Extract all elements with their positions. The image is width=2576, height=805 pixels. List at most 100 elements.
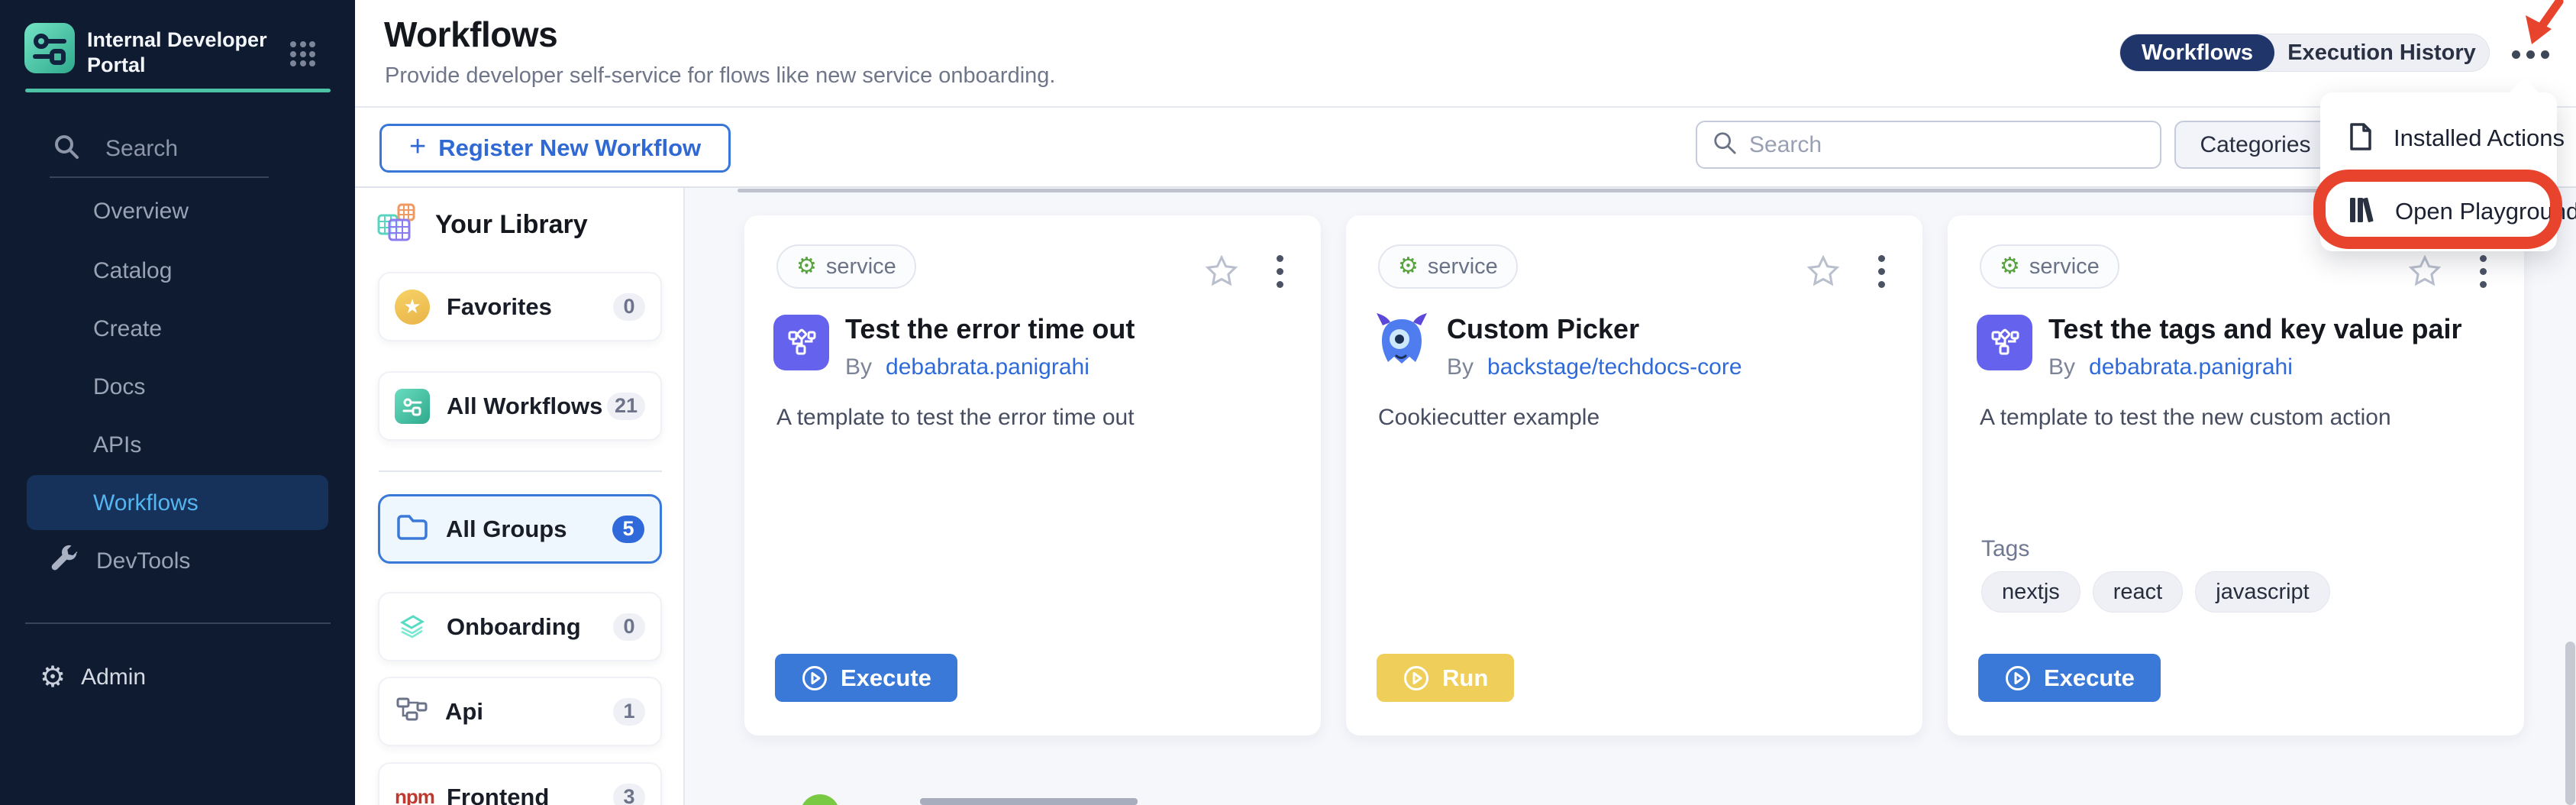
execute-button-label: Execute xyxy=(2044,664,2135,692)
execute-button[interactable]: Execute xyxy=(1978,654,2161,702)
sitemap-icon xyxy=(395,696,428,727)
library-item-onboarding-label: Onboarding xyxy=(447,613,613,641)
card-title: Test the error time out xyxy=(845,313,1135,345)
star-icon: ★ xyxy=(395,289,430,325)
workflow-card-test-error-timeout: ⚙ service Test the error time out By deb… xyxy=(744,215,1321,735)
sidebar-item-workflows[interactable]: Workflows xyxy=(27,475,328,530)
cubes-icon xyxy=(376,202,418,248)
tags-label: Tags xyxy=(1981,536,2029,562)
workflows-toolbar: + Register New Workflow Categories xyxy=(355,108,2576,188)
folder-icon xyxy=(395,512,429,545)
card-menu-icon[interactable] xyxy=(1877,255,1886,288)
portal-logo-icon xyxy=(24,23,75,73)
kind-chip: ⚙ service xyxy=(1980,244,2119,289)
sidebar-item-devtools[interactable]: DevTools xyxy=(49,544,190,578)
kind-chip: ⚙ service xyxy=(776,244,916,289)
tag-react[interactable]: react xyxy=(2093,571,2183,613)
library-heading: Your Library xyxy=(376,202,588,248)
register-new-workflow-label: Register New Workflow xyxy=(438,134,701,162)
card-byline: By backstage/techdocs-core xyxy=(1447,354,1742,380)
library-item-all-workflows-label: All Workflows xyxy=(447,393,607,420)
card-menu-icon[interactable] xyxy=(2478,255,2487,288)
gear-icon: ⚙ xyxy=(1398,255,1419,278)
categories-button[interactable]: Categories xyxy=(2174,121,2336,169)
card-description: A template to test the error time out xyxy=(776,405,1280,431)
library-item-all-workflows[interactable]: All Workflows 21 xyxy=(378,371,662,441)
next-section-partial-text xyxy=(920,798,1138,805)
execute-button-label: Execute xyxy=(841,664,931,692)
author-link[interactable]: debabrata.panigrahi xyxy=(886,354,1089,380)
sidebar-item-catalog[interactable]: Catalog xyxy=(93,258,172,284)
library-item-favorites[interactable]: ★ Favorites 0 xyxy=(378,272,662,341)
favorite-star-icon[interactable] xyxy=(1205,255,1238,291)
register-new-workflow-button[interactable]: + Register New Workflow xyxy=(379,124,731,173)
workflow-search-input[interactable] xyxy=(1749,132,2116,158)
gear-icon: ⚙ xyxy=(796,255,817,278)
by-label: By xyxy=(845,354,872,380)
library-item-all-groups-label: All Groups xyxy=(446,516,612,543)
kind-chip: ⚙ service xyxy=(1378,244,1518,289)
library-item-frontend[interactable]: npm Frontend 3 xyxy=(378,762,662,805)
library-icon xyxy=(2348,196,2375,228)
sidebar-item-overview[interactable]: Overview xyxy=(93,199,189,225)
api-count-badge: 1 xyxy=(613,698,645,726)
workflows-page: Internal Developer Portal Search Overvie… xyxy=(0,0,2576,805)
library-heading-label: Your Library xyxy=(435,210,588,240)
card-byline: By debabrata.panigrahi xyxy=(845,354,1089,380)
execute-button[interactable]: Execute xyxy=(775,654,957,702)
npm-icon: npm xyxy=(395,785,430,805)
onboarding-count-badge: 0 xyxy=(613,613,645,641)
library-item-api[interactable]: Api 1 xyxy=(378,677,662,746)
card-description: Cookiecutter example xyxy=(1378,405,1882,431)
next-section-icon xyxy=(800,794,840,805)
sidebar-bottom-divider xyxy=(25,622,331,624)
sidebar-item-apis[interactable]: APIs xyxy=(93,432,141,458)
play-circle-icon xyxy=(801,664,828,692)
card-menu-icon[interactable] xyxy=(1275,255,1284,288)
more-options-button[interactable] xyxy=(2512,43,2558,66)
sidebar-accent-divider xyxy=(25,89,331,92)
workflow-tile-icon xyxy=(773,315,829,370)
favorite-star-icon[interactable] xyxy=(1806,255,1840,291)
card-title: Custom Picker xyxy=(1447,313,1639,345)
sidebar-item-admin-label: Admin xyxy=(81,664,146,690)
vertical-scrollbar[interactable] xyxy=(2565,642,2575,805)
workflow-card-custom-picker: ⚙ service Custom Picker By backstage/tec… xyxy=(1346,215,1922,735)
menu-item-installed-actions[interactable]: Installed Actions xyxy=(2320,99,2557,178)
author-link[interactable]: backstage/techdocs-core xyxy=(1487,354,1742,380)
tag-nextjs[interactable]: nextjs xyxy=(1981,571,2080,613)
layers-icon xyxy=(395,607,430,646)
sidebar-item-devtools-label: DevTools xyxy=(96,548,190,574)
run-button[interactable]: Run xyxy=(1377,654,1514,702)
kind-chip-label: service xyxy=(2029,254,2100,280)
sidebar-item-workflows-label: Workflows xyxy=(93,490,199,516)
card-byline: By debabrata.panigrahi xyxy=(2048,354,2293,380)
menu-item-open-playground-label: Open Playground xyxy=(2395,198,2576,225)
favorite-star-icon[interactable] xyxy=(2408,255,2442,291)
tab-workflows[interactable]: Workflows xyxy=(2120,34,2274,71)
all-workflows-count-badge: 21 xyxy=(607,393,645,420)
page-subtitle: Provide developer self-service for flows… xyxy=(385,63,1055,89)
menu-item-installed-actions-label: Installed Actions xyxy=(2394,124,2565,152)
file-icon xyxy=(2348,121,2374,156)
sidebar-item-admin[interactable]: ⚙ Admin xyxy=(40,663,146,692)
horizontal-scrollbar[interactable] xyxy=(738,189,2536,192)
menu-item-open-playground[interactable]: Open Playground xyxy=(2320,172,2557,251)
author-link[interactable]: debabrata.panigrahi xyxy=(2089,354,2293,380)
gear-icon: ⚙ xyxy=(40,663,66,692)
sidebar: Internal Developer Portal Search Overvie… xyxy=(0,0,355,805)
app-grid-icon[interactable] xyxy=(290,41,316,67)
library-item-all-groups[interactable]: All Groups 5 xyxy=(378,494,662,564)
library-item-onboarding[interactable]: Onboarding 0 xyxy=(378,592,662,661)
workflow-search[interactable] xyxy=(1696,121,2161,169)
monster-icon xyxy=(1369,309,1435,374)
tag-javascript[interactable]: javascript xyxy=(2195,571,2330,613)
tab-execution-history[interactable]: Execution History xyxy=(2274,34,2489,71)
run-button-label: Run xyxy=(1442,664,1488,692)
library-item-api-label: Api xyxy=(445,698,613,726)
all-groups-count-badge: 5 xyxy=(612,516,644,543)
card-description: A template to test the new custom action xyxy=(1980,405,2484,431)
sidebar-search[interactable]: Search xyxy=(53,134,178,163)
sidebar-item-create[interactable]: Create xyxy=(93,316,162,342)
sidebar-item-docs[interactable]: Docs xyxy=(93,374,145,400)
